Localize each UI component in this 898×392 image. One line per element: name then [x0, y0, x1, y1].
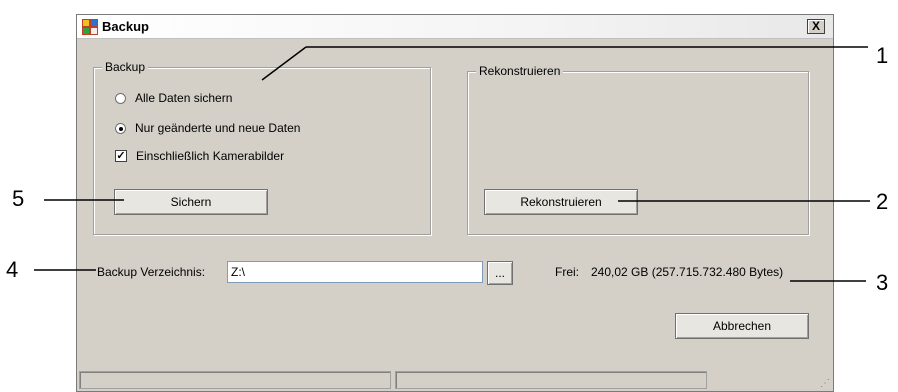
backup-app-icon: [82, 19, 98, 35]
status-bar: ⋰: [77, 369, 833, 391]
resize-grip-icon[interactable]: ⋰: [820, 378, 830, 389]
radio-all-data-circle[interactable]: [115, 92, 126, 104]
callout-number-3: 3: [876, 270, 889, 295]
backup-group-title: Backup: [102, 60, 149, 74]
backup-directory-label: Backup Verzeichnis:: [97, 265, 206, 279]
callout-number-4: 4: [6, 257, 19, 282]
checkbox-camera-label: Einschließlich Kamerabilder: [136, 149, 285, 163]
rekonstruieren-button[interactable]: Rekonstruieren: [484, 189, 638, 215]
camera-checkbox-box[interactable]: ✓: [115, 150, 127, 162]
abbrechen-button[interactable]: Abbrechen: [675, 313, 809, 339]
radio-changed-data[interactable]: Nur geänderte und neue Daten: [115, 121, 300, 135]
sichern-button[interactable]: Sichern: [114, 189, 268, 215]
radio-changed-data-label: Nur geänderte und neue Daten: [135, 121, 301, 135]
radio-changed-data-circle[interactable]: [115, 122, 126, 134]
checkbox-camera-images[interactable]: ✓ Einschließlich Kamerabilder: [115, 149, 284, 163]
window-title: Backup: [102, 19, 149, 34]
close-button[interactable]: X: [807, 19, 825, 34]
callout-number-1: 1: [876, 43, 889, 68]
backup-directory-input[interactable]: [227, 261, 483, 283]
callout-number-2: 2: [876, 189, 889, 214]
backup-window: Backup X Backup Alle Daten sichern Nur g…: [76, 14, 834, 392]
callout-number-5: 5: [12, 186, 25, 211]
free-space-label: Frei:: [555, 265, 579, 279]
title-bar[interactable]: Backup X: [77, 15, 833, 39]
status-pane-2: [395, 371, 707, 389]
status-pane-1: [79, 371, 391, 389]
browse-directory-button[interactable]: ...: [487, 261, 513, 285]
restore-group-title: Rekonstruieren: [476, 64, 564, 78]
radio-all-data[interactable]: Alle Daten sichern: [115, 91, 232, 105]
free-space-value: 240,02 GB (257.715.732.480 Bytes): [591, 265, 784, 279]
radio-all-data-label: Alle Daten sichern: [135, 91, 233, 105]
